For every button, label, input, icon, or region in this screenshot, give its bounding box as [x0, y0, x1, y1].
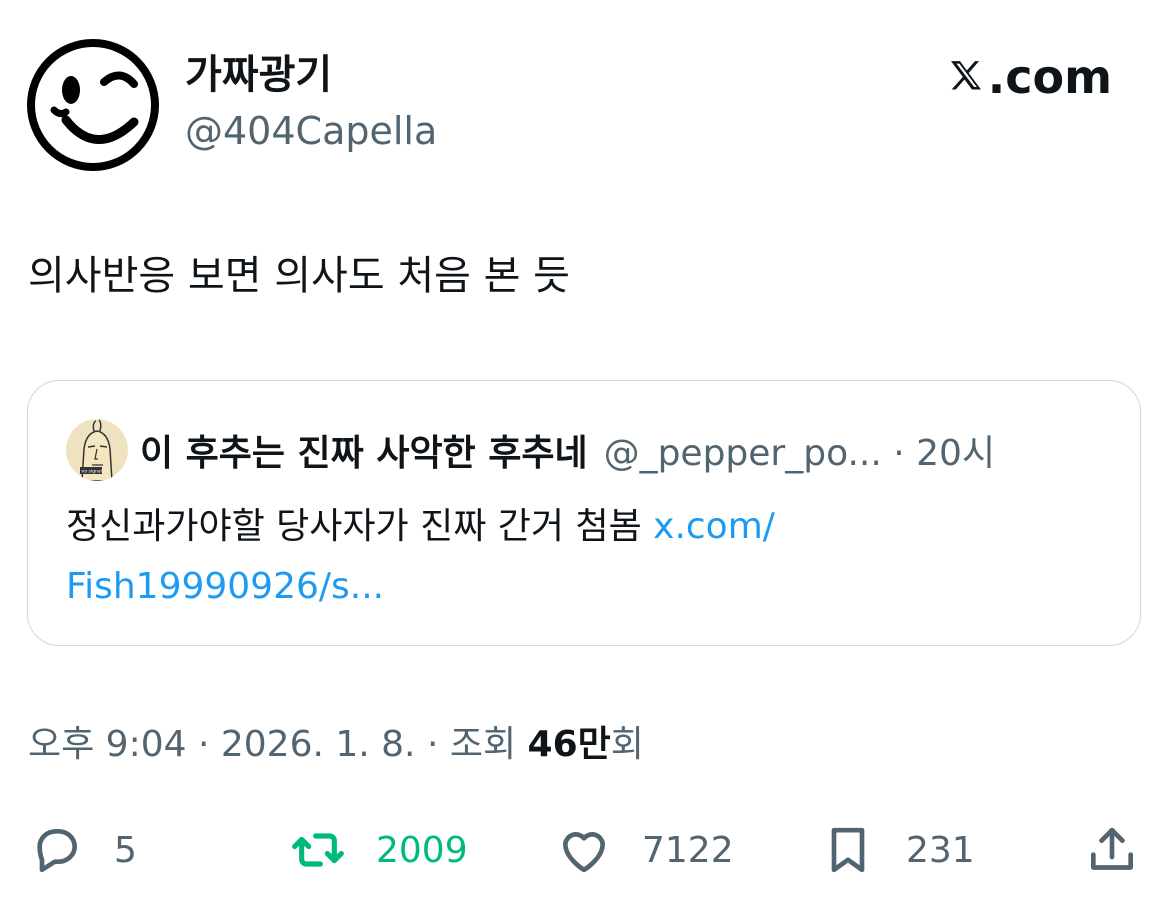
action-bar: 5 2009 7122 231	[0, 818, 1170, 882]
tweet-text: 의사반응 보면 의사도 처음 본 듯	[28, 253, 570, 299]
brand-label: .com	[987, 50, 1112, 104]
tweet-meta: 오후 9:04 · 2026. 1. 8. · 조회 46만회	[28, 720, 644, 770]
winking-face-icon	[27, 39, 159, 171]
view-count-suffix: 회	[610, 724, 644, 765]
reply-button[interactable]: 5	[28, 818, 137, 882]
quoted-author-avatar[interactable]: no signal	[66, 419, 128, 481]
cartoon-face-icon: no signal	[66, 419, 128, 481]
quoted-tweet-text: 정신과가야할 당사자가 진짜 간거 첨봄 x.com/Fish19990926/…	[66, 497, 1106, 617]
retweet-icon	[292, 833, 344, 867]
quoted-link-part2[interactable]: Fish19990926/s...	[66, 566, 384, 607]
retweet-button[interactable]: 2009	[290, 818, 468, 882]
avatar[interactable]	[26, 38, 160, 172]
quoted-author-handle[interactable]: @_pepper_po... · 20시	[604, 424, 996, 476]
x-logo-icon	[950, 61, 981, 90]
brand-watermark: .com	[946, 50, 1112, 104]
quoted-tweet-header: no signal 이 후추는 진짜 사악한 후추네 @_pepper_po..…	[66, 419, 995, 481]
tweet-timestamp[interactable]: 오후 9:04 · 2026. 1. 8. · 조회	[28, 724, 528, 765]
bookmark-button[interactable]: 231	[820, 818, 975, 882]
share-icon	[1091, 827, 1133, 870]
author-info: 가짜광기 @404Capella	[185, 52, 437, 154]
retweet-count: 2009	[376, 829, 468, 871]
bookmark-count: 231	[906, 829, 975, 871]
heart-icon	[563, 832, 605, 873]
quoted-body-text: 정신과가야할 당사자가 진짜 간거 첨봄	[66, 506, 654, 547]
share-button[interactable]	[1084, 818, 1140, 882]
like-count: 7122	[642, 829, 734, 871]
like-button[interactable]: 7122	[556, 818, 734, 882]
quoted-link-part1[interactable]: x.com/	[653, 506, 775, 547]
bookmark-icon	[831, 827, 865, 873]
reply-count: 5	[114, 829, 137, 871]
avatar-label: no signal	[82, 469, 102, 475]
view-count: 46만	[527, 724, 611, 765]
quoted-author-name[interactable]: 이 후추는 진짜 사악한 후추네	[140, 424, 588, 476]
author-name[interactable]: 가짜광기	[185, 52, 437, 98]
reply-icon	[37, 829, 77, 873]
quoted-tweet[interactable]: no signal 이 후추는 진짜 사악한 후추네 @_pepper_po..…	[27, 380, 1141, 646]
author-handle[interactable]: @404Capella	[185, 108, 437, 154]
